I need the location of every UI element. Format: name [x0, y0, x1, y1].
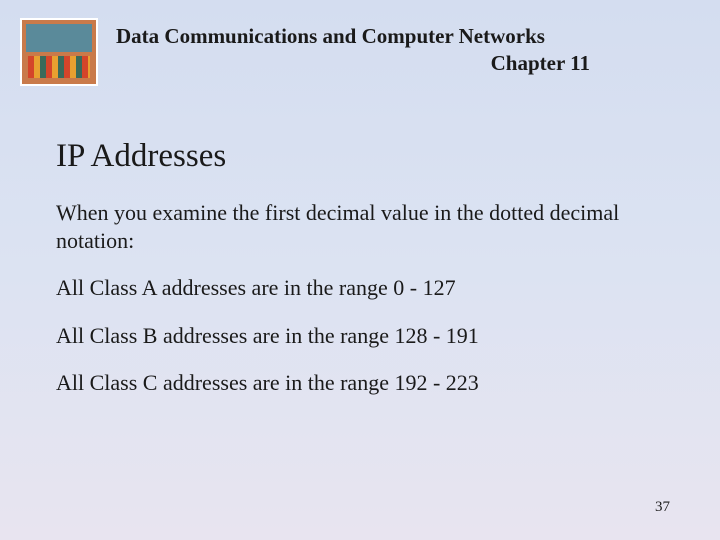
bullet-class-b: All Class B addresses are in the range 1…	[56, 322, 660, 350]
header-text-block: Data Communications and Computer Network…	[98, 18, 700, 76]
chapter-label: Chapter 11	[116, 51, 620, 76]
slide-header: Data Communications and Computer Network…	[0, 0, 720, 86]
course-title: Data Communications and Computer Network…	[116, 24, 620, 49]
slide-title: IP Addresses	[56, 138, 660, 175]
page-number: 37	[655, 499, 670, 516]
bullet-class-a: All Class A addresses are in the range 0…	[56, 274, 660, 302]
intro-text: When you examine the first decimal value…	[56, 199, 660, 254]
logo-image	[20, 18, 98, 86]
slide-content: IP Addresses When you examine the first …	[0, 86, 720, 397]
bullet-class-c: All Class C addresses are in the range 1…	[56, 369, 660, 397]
